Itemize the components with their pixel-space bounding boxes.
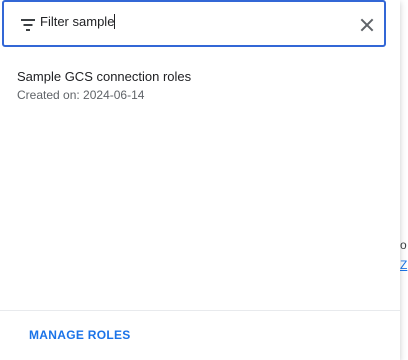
filter-value: sample bbox=[72, 14, 115, 29]
footer-divider bbox=[0, 310, 400, 311]
role-filter-dropdown: Filter sample Sample GCS connection role… bbox=[0, 0, 400, 360]
filter-label: Filter bbox=[40, 14, 69, 29]
manage-roles-button[interactable]: MANAGE ROLES bbox=[29, 328, 131, 342]
background-link[interactable]: Z bbox=[400, 258, 407, 272]
filter-icon bbox=[20, 18, 36, 32]
clear-filter-button[interactable] bbox=[354, 12, 380, 38]
filter-search-box[interactable]: Filter sample bbox=[2, 0, 386, 47]
background-page bbox=[399, 52, 408, 360]
text-caret bbox=[114, 14, 116, 29]
background-text: o bbox=[400, 238, 407, 252]
role-option-created-date: Created on: 2024-06-14 bbox=[17, 88, 145, 102]
filter-input[interactable]: Filter sample bbox=[40, 14, 340, 36]
role-option-title: Sample GCS connection roles bbox=[17, 69, 192, 84]
role-option-sample-gcs-connection-roles[interactable]: Sample GCS connection roles Created on: … bbox=[2, 60, 398, 112]
